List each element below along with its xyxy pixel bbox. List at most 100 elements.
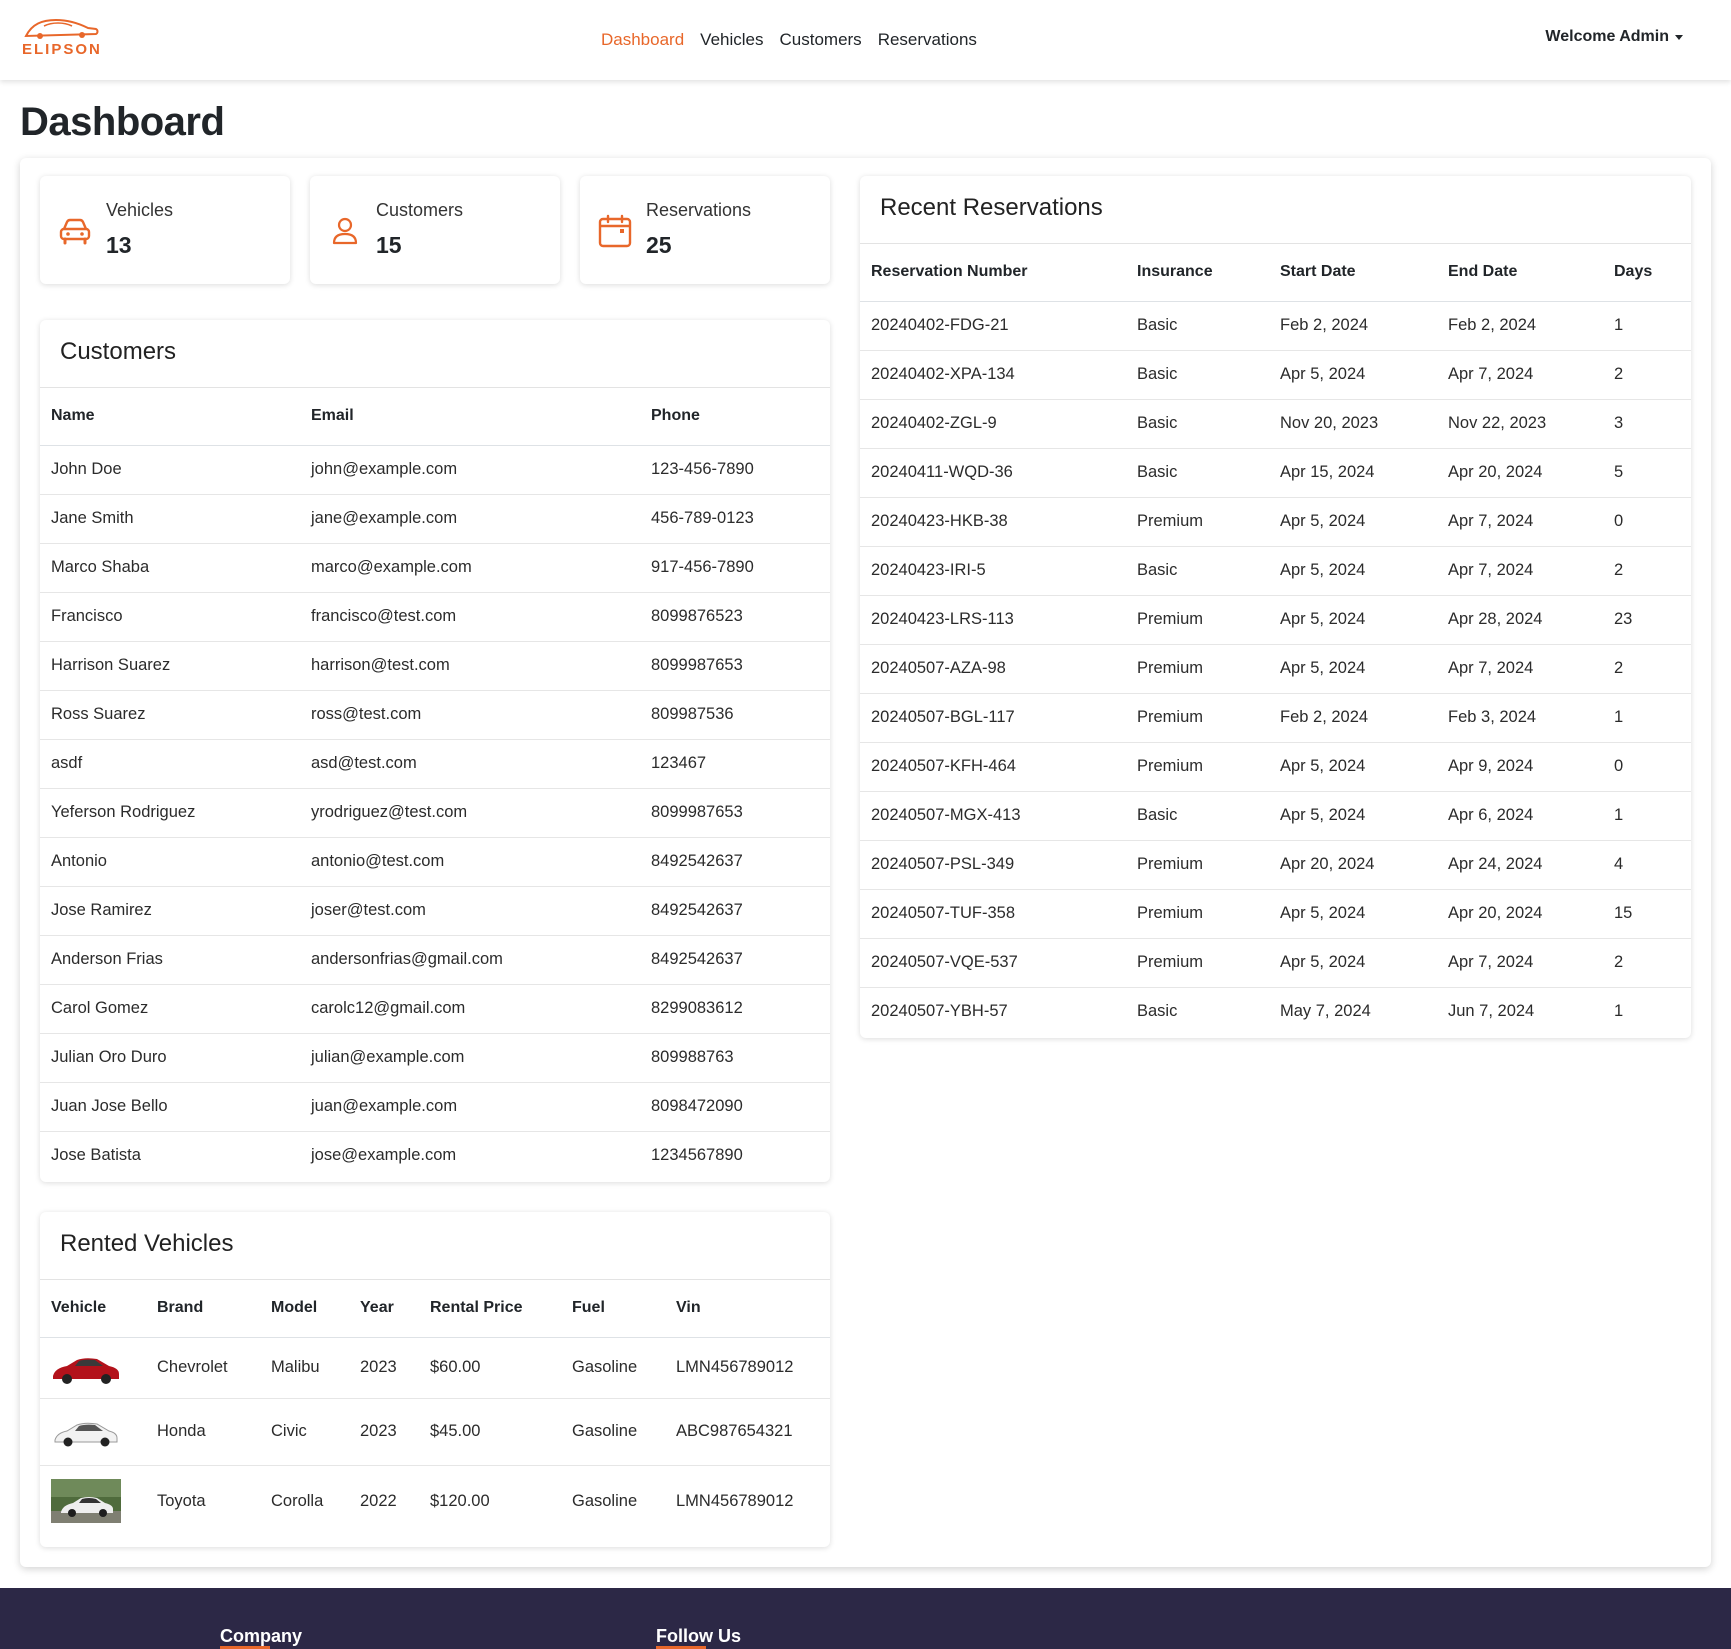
reservation-start-date: May 7, 2024: [1280, 1002, 1371, 1021]
nav-customers[interactable]: Customers: [780, 30, 862, 50]
column-header: Phone: [640, 388, 830, 446]
table-row[interactable]: 20240423-HKB-38 Premium Apr 5, 2024 Apr 7, …: [860, 497, 1691, 547]
brand-logo[interactable]: ELIPSON: [20, 14, 102, 62]
customer-name: Jose Ramirez: [40, 886, 300, 936]
table-row[interactable]: Toyota Corolla 2022 $120.00 Gasoline LMN…: [40, 1465, 830, 1537]
reservation-insurance: Premium: [1126, 693, 1269, 743]
customer-email: jane@example.com: [300, 494, 640, 544]
table-row[interactable]: Jose Batista jose@example.com 1234567890: [40, 1131, 830, 1180]
customer-name: Jose Batista: [51, 1146, 141, 1165]
vehicle-brand: Toyota: [157, 1491, 206, 1510]
reservation-days: 2: [1603, 350, 1691, 400]
table-row[interactable]: Ross Suarez ross@test.com 809987536: [40, 690, 830, 740]
table-row[interactable]: Carol Gomez carolc12@gmail.com 8299083612: [40, 984, 830, 1034]
nav-dashboard[interactable]: Dashboard: [601, 30, 684, 50]
table-row[interactable]: Julian Oro Duro julian@example.com 8099887…: [40, 1033, 830, 1083]
table-row[interactable]: 20240411-WQD-36 Basic Apr 15, 2024 Apr 20, …: [860, 448, 1691, 498]
stat-value: 13: [106, 232, 132, 258]
stat-value: 15: [376, 232, 402, 258]
table-row[interactable]: Francisco francisco@test.com 8099876523: [40, 592, 830, 642]
vehicle-thumbnail-cell: [40, 1465, 146, 1537]
vehicle-thumbnail-cell: [40, 1398, 146, 1466]
reservation-end-date: Apr 7, 2024: [1437, 497, 1603, 547]
page-title: Dashboard: [20, 100, 225, 144]
stat-card-reservations: Reservations 25: [580, 176, 830, 284]
table-row[interactable]: 20240507-VQE-537 Premium Apr 5, 2024 Apr 7,…: [860, 938, 1691, 988]
table-row[interactable]: Harrison Suarez harrison@test.com 80999876…: [40, 641, 830, 691]
customer-phone: 8492542637: [640, 837, 830, 887]
customer-email: andersonfrias@gmail.com: [300, 935, 640, 985]
reservation-insurance: Basic: [1126, 448, 1269, 498]
reservation-number: 20240507-VQE-537: [860, 938, 1126, 988]
table-row[interactable]: Honda Civic 2023 $45.00 Gasoline ABC9876…: [40, 1398, 830, 1466]
reservation-insurance: Premium: [1126, 595, 1269, 645]
table-row[interactable]: 20240507-BGL-117 Premium Feb 2, 2024 Feb 3,…: [860, 693, 1691, 743]
reservation-days: 0: [1603, 497, 1691, 547]
reservation-days: 23: [1603, 595, 1691, 645]
reservation-start-date: Feb 2, 2024: [1269, 693, 1437, 743]
table-row[interactable]: Jane Smith jane@example.com 456-789-0123: [40, 494, 830, 544]
vehicle-fuel: Gasoline: [561, 1337, 665, 1399]
customer-phone: 8099987653: [640, 788, 830, 838]
table-row[interactable]: 20240423-IRI-5 Basic Apr 5, 2024 Apr 7, 202…: [860, 546, 1691, 596]
customer-email: harrison@test.com: [300, 641, 640, 691]
customers-table: Name Email Phone John Doe john@example.co…: [40, 388, 830, 1180]
reservation-end-date: Apr 24, 2024: [1437, 840, 1603, 890]
table-row[interactable]: asdf asd@test.com 123467: [40, 739, 830, 789]
table-row[interactable]: Chevrolet Malibu 2023 $60.00 Gasoline LM…: [40, 1337, 830, 1399]
user-menu-dropdown[interactable]: Welcome Admin: [1545, 28, 1683, 46]
table-row[interactable]: 20240402-ZGL-9 Basic Nov 20, 2023 Nov 22, 2…: [860, 399, 1691, 449]
table-row[interactable]: Antonio antonio@test.com 8492542637: [40, 837, 830, 887]
table-row[interactable]: 20240507-TUF-358 Premium Apr 5, 2024 Apr 20…: [860, 889, 1691, 939]
table-row[interactable]: John Doe john@example.com 123-456-7890: [40, 445, 830, 495]
customer-email: yrodriguez@test.com: [300, 788, 640, 838]
nav-vehicles[interactable]: Vehicles: [700, 30, 763, 50]
table-row[interactable]: 20240507-AZA-98 Premium Apr 5, 2024 Apr 7, …: [860, 644, 1691, 694]
reservation-insurance: Premium: [1126, 938, 1269, 988]
customer-phone: 8099876523: [640, 592, 830, 642]
reservations-table-body: 20240402-FDG-21 Basic Feb 2, 2024 Feb 2, 20…: [860, 301, 1691, 1036]
table-row[interactable]: Marco Shaba marco@example.com 917-456-7890: [40, 543, 830, 593]
vehicle-rental-price: $120.00: [430, 1491, 490, 1510]
reservation-end-date: Apr 9, 2024: [1437, 742, 1603, 792]
table-row[interactable]: Jose Ramirez joser@test.com 8492542637: [40, 886, 830, 936]
customer-name: Francisco: [40, 592, 300, 642]
customer-email: francisco@test.com: [300, 592, 640, 642]
table-row[interactable]: 20240423-LRS-113 Premium Apr 5, 2024 Apr 28…: [860, 595, 1691, 645]
customer-email: julian@example.com: [300, 1033, 640, 1083]
calendar-icon: [598, 214, 632, 248]
table-row[interactable]: 20240507-KFH-464 Premium Apr 5, 2024 Apr 9,…: [860, 742, 1691, 792]
table-header-row: Name Email Phone: [40, 388, 830, 446]
red-sedan-image: [53, 1357, 119, 1384]
reservation-end-date: Apr 7, 2024: [1437, 350, 1603, 400]
column-header: Vehicle: [40, 1280, 146, 1338]
stat-label: Vehicles: [106, 200, 174, 220]
reservation-start-date: Apr 5, 2024: [1269, 644, 1437, 694]
column-header: Start Date: [1269, 244, 1437, 302]
reservation-days: 3: [1603, 399, 1691, 449]
nav-reservations[interactable]: Reservations: [878, 30, 977, 50]
vehicle-fuel: Gasoline: [572, 1491, 638, 1510]
reservation-start-date: Apr 5, 2024: [1269, 497, 1437, 547]
table-row[interactable]: 20240507-YBH-57 Basic May 7, 2024 Jun 7, 20…: [860, 987, 1691, 1036]
footer-heading-company: Company: [220, 1626, 303, 1646]
table-row[interactable]: Anderson Frias andersonfrias@gmail.com 849…: [40, 935, 830, 985]
table-row[interactable]: 20240507-MGX-413 Basic Apr 5, 2024 Apr 6, 2…: [860, 791, 1691, 841]
table-row[interactable]: 20240507-PSL-349 Premium Apr 20, 2024 Apr 2…: [860, 840, 1691, 890]
customer-email: jose@example.com: [311, 1146, 457, 1165]
customers-table-body: John Doe john@example.com 123-456-7890 Jane…: [40, 445, 830, 1180]
table-row[interactable]: Juan Jose Bello juan@example.com 809847209…: [40, 1082, 830, 1132]
customer-name: Julian Oro Duro: [40, 1033, 300, 1083]
customer-phone: 123-456-7890: [640, 445, 830, 495]
table-row[interactable]: Yeferson Rodriguez yrodriguez@test.com 809…: [40, 788, 830, 838]
customer-phone: 8492542637: [640, 935, 830, 985]
reservation-insurance: Premium: [1126, 497, 1269, 547]
table-row[interactable]: 20240402-XPA-134 Basic Apr 5, 2024 Apr 7, 2…: [860, 350, 1691, 400]
table-row[interactable]: 20240402-FDG-21 Basic Feb 2, 2024 Feb 2, 20…: [860, 301, 1691, 351]
reservation-number: 20240507-PSL-349: [860, 840, 1126, 890]
reservation-days: 2: [1603, 546, 1691, 596]
customer-name: Anderson Frias: [40, 935, 300, 985]
vehicle-rental-price: $60.00: [419, 1337, 561, 1399]
reservation-end-date: Apr 7, 2024: [1437, 546, 1603, 596]
customer-name: Marco Shaba: [40, 543, 300, 593]
